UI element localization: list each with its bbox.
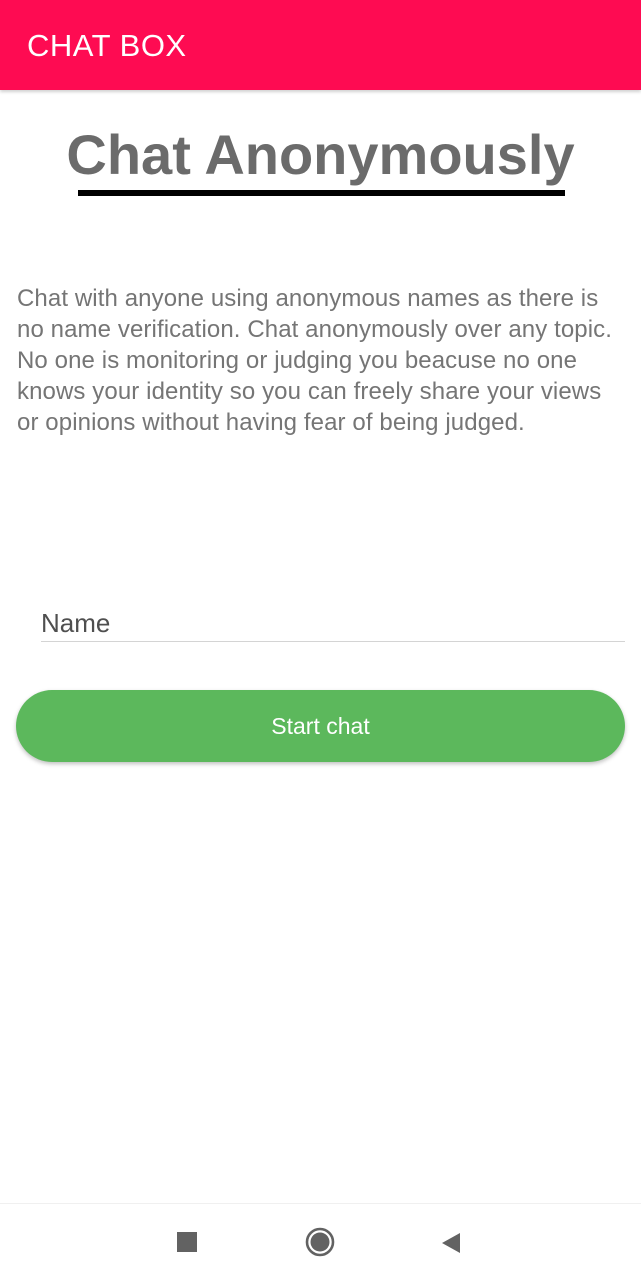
app-screen: CHAT BOX Chat Anonymously Chat with anyo… [0,0,641,1280]
app-title: CHAT BOX [27,28,187,63]
description-text: Chat with anyone using anonymous names a… [17,285,613,436]
start-chat-button[interactable]: Start chat [16,690,625,762]
heading-container: Chat Anonymously [0,120,641,190]
page-heading: Chat Anonymously [66,123,575,186]
app-bar: CHAT BOX [0,0,641,90]
heading-underline [78,190,565,196]
home-circle-icon[interactable] [305,1227,335,1257]
name-input[interactable] [41,606,625,642]
recents-square-icon[interactable] [177,1232,197,1252]
back-triangle-icon[interactable] [440,1231,462,1255]
system-nav-bar [0,1203,641,1280]
